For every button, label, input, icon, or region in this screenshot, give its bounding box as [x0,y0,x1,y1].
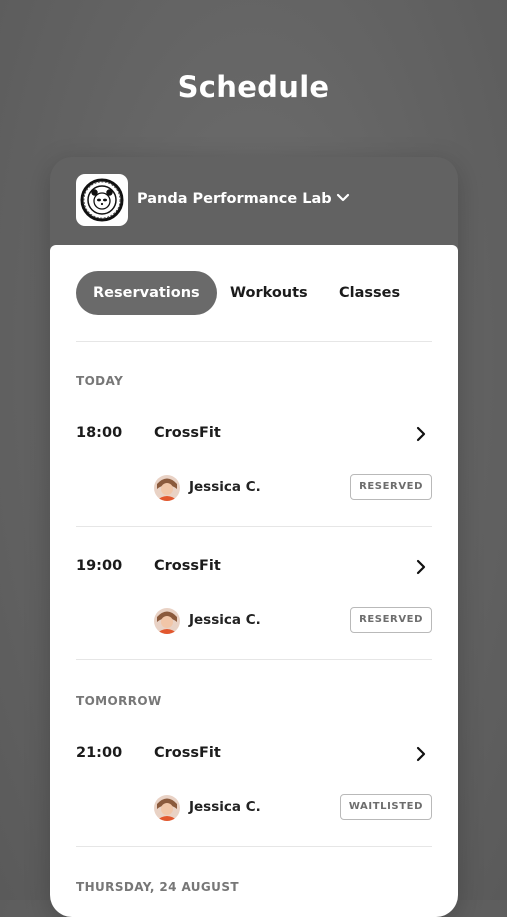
gym-selector[interactable]: Panda Performance Lab [50,157,458,245]
tab-workouts[interactable]: Workouts [230,271,308,315]
status-badge: RESERVED [350,474,432,500]
class-time: 21:00 [76,745,123,761]
class-time: 18:00 [76,425,123,441]
reservation-row[interactable]: 18:00 CrossFit Jessica C. RESERVED [76,413,432,543]
reservation-row[interactable]: 21:00 CrossFit Jessica C. WAITLISTED [76,733,432,863]
class-name: CrossFit [154,745,221,761]
status-badge: RESERVED [350,607,432,633]
chevron-down-icon[interactable] [336,193,350,203]
avatar [154,795,180,821]
tab-reservations[interactable]: Reservations [76,271,217,315]
page-title: Schedule [177,70,330,104]
tab-bar: Reservations Workouts Classes [76,271,436,315]
gym-name: Panda Performance Lab [137,191,332,207]
class-name: CrossFit [154,425,221,441]
section-label-tomorrow: TOMORROW [76,694,162,708]
divider [76,659,432,660]
avatar [154,608,180,634]
member-name: Jessica C. [189,479,261,495]
chevron-right-icon[interactable] [416,559,426,575]
avatar [154,475,180,501]
reservation-row[interactable]: 19:00 CrossFit Jessica C. RESERVED [76,546,432,676]
class-name: CrossFit [154,558,221,574]
schedule-panel: Reservations Workouts Classes TODAY 18:0… [50,245,458,917]
chevron-right-icon[interactable] [416,746,426,762]
section-label-thursday: THURSDAY, 24 AUGUST [76,880,239,894]
divider [76,846,432,847]
status-badge: WAITLISTED [339,794,432,820]
member-name: Jessica C. [189,612,261,628]
tab-classes[interactable]: Classes [339,271,400,315]
chevron-right-icon[interactable] [416,426,426,442]
divider [76,526,432,527]
divider [76,341,432,342]
section-label-today: TODAY [76,374,124,388]
gym-logo [76,174,128,226]
panda-lab-logo-icon [80,178,124,222]
class-time: 19:00 [76,558,123,574]
schedule-card: Panda Performance Lab Reservations Worko… [50,157,458,917]
member-name: Jessica C. [189,799,261,815]
